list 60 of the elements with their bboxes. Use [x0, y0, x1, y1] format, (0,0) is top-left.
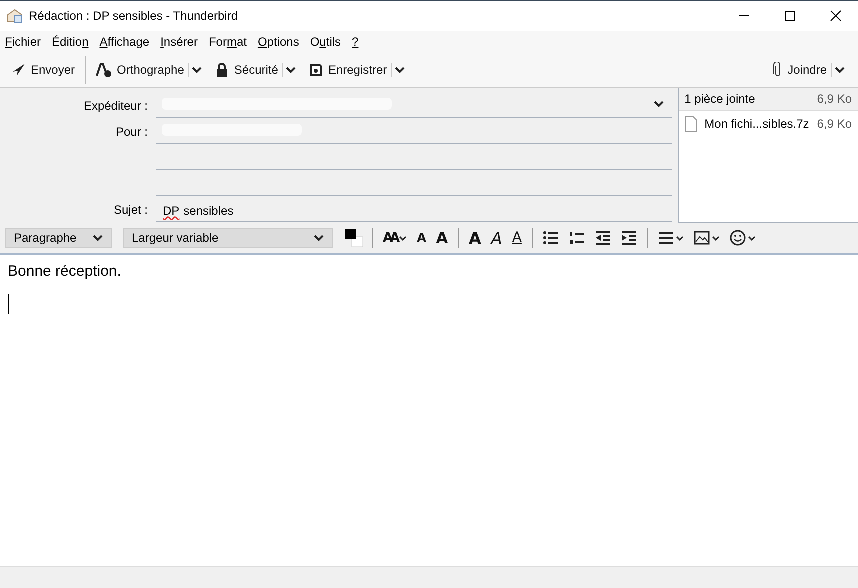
attachment-size: 6,9 Ko	[817, 117, 852, 131]
format-button[interactable]: A	[433, 227, 452, 249]
lock-icon	[215, 62, 230, 76]
toolbar-button[interactable]: Orthographe	[92, 58, 188, 80]
envelope-icon	[7, 8, 23, 24]
attach-button[interactable]: Joindre	[768, 58, 831, 80]
toolbar-button[interactable]: Enregistrer	[305, 60, 392, 80]
send-icon	[12, 62, 26, 76]
save-icon	[309, 62, 324, 76]
caret-icon	[835, 66, 845, 72]
outdent-icon	[594, 231, 611, 245]
caret-icon	[93, 235, 103, 241]
menu-item[interactable]: Options	[258, 34, 300, 48]
field-label: Sujet :	[114, 203, 148, 217]
file-icon	[684, 116, 697, 132]
attachment-name[interactable]: Mon fichi...sibles.7z	[704, 117, 810, 131]
caret-icon	[395, 66, 406, 72]
caret-icon	[314, 235, 324, 241]
caret-icon	[654, 101, 664, 107]
text-color-icon[interactable]	[343, 228, 365, 248]
toolbar-button[interactable]: Sécurité	[211, 60, 282, 80]
text-cursor	[8, 294, 9, 314]
toolbar-button[interactable]: Envoyer	[8, 60, 80, 80]
close-icon[interactable]	[830, 10, 842, 22]
paragraph-dropdown[interactable]: Paragraphe	[5, 228, 112, 248]
maximize-icon[interactable]	[784, 10, 796, 22]
image-icon	[694, 231, 710, 245]
subject-field[interactable]: DP sensibles	[156, 195, 672, 222]
caret-icon	[712, 236, 720, 240]
message-text: Bonne réception.	[8, 263, 122, 280]
menu-item[interactable]: Format	[208, 34, 247, 48]
bullet-list-icon	[542, 231, 559, 245]
format-button[interactable]: AA	[380, 228, 410, 248]
field-label: Expéditeur :	[84, 99, 148, 113]
menu-item[interactable]: Affichage	[100, 34, 150, 48]
field-label: Pour :	[116, 125, 148, 139]
format-button[interactable]: A	[488, 226, 506, 250]
attachment-count: 1 pièce jointe	[684, 92, 756, 106]
indent-icon	[620, 231, 637, 245]
caret-icon	[286, 66, 296, 72]
window-title: Rédaction : DP sensibles - Thunderbird	[29, 9, 238, 23]
attachment-total-size: 6,9 Ko	[817, 92, 852, 106]
menu-item[interactable]: Fichier	[5, 34, 42, 48]
caret-icon	[192, 66, 202, 72]
menu-item[interactable]: Insérer	[160, 34, 198, 48]
format-button[interactable]: A	[414, 229, 430, 247]
menu-item[interactable]: ?	[352, 34, 359, 48]
caret-icon	[676, 236, 684, 240]
align-icon	[658, 231, 674, 245]
menu-item[interactable]: Édition	[52, 34, 89, 48]
caret-icon	[748, 236, 756, 240]
smiley-icon	[730, 230, 746, 246]
paperclip-icon	[772, 62, 783, 78]
format-button[interactable]: A	[466, 226, 484, 250]
spellcheck-icon	[96, 62, 112, 78]
format-button[interactable]: A	[509, 228, 525, 248]
numbered-list-icon	[568, 231, 585, 245]
font-dropdown[interactable]: Largeur variable	[123, 228, 333, 248]
menu-item[interactable]: Outils	[310, 34, 342, 48]
caret-icon	[399, 236, 408, 240]
